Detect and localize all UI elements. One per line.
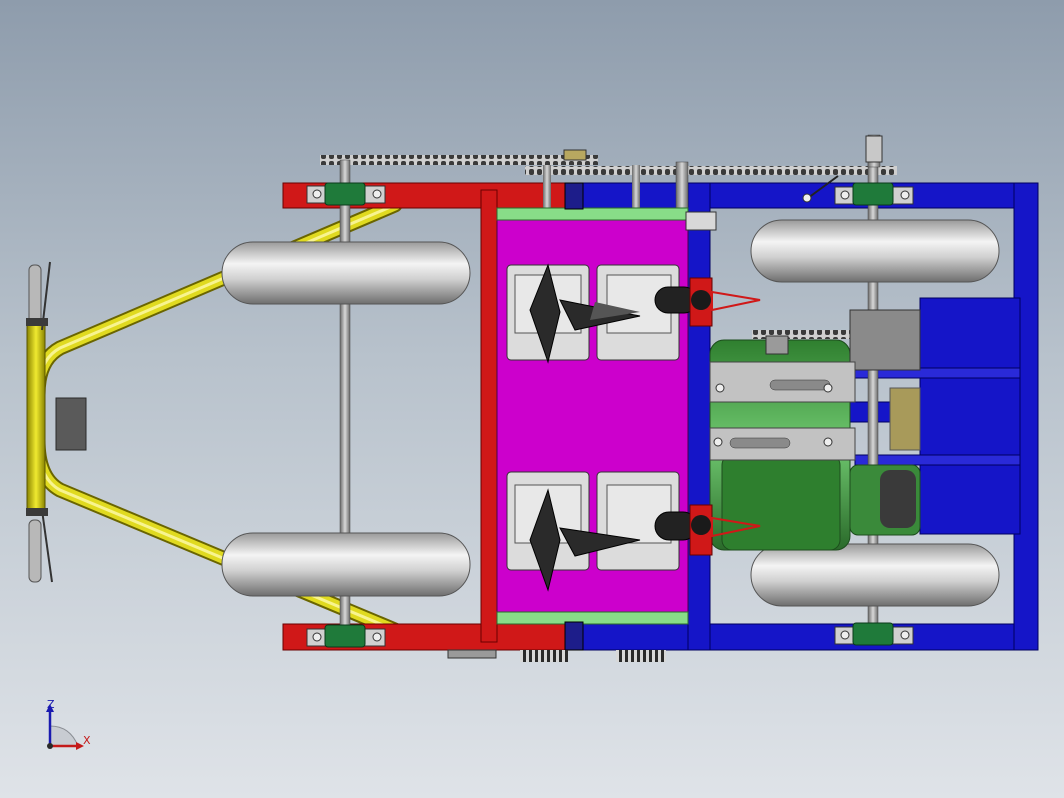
front-wheel-top[interactable] [221,241,471,305]
rear-wheel-bottom[interactable] [750,543,1000,607]
bearing-front-top [306,182,386,206]
cad-assembly-model[interactable] [0,0,1064,798]
control-box[interactable] [55,397,87,451]
tensioner [865,135,883,163]
orientation-triad: Z X [40,696,100,756]
rear-drive-chain [525,166,897,175]
front-drive-chain [320,155,598,165]
cad-viewport[interactable]: Z X [0,0,1064,798]
triad-z-label: Z [47,698,55,711]
hinge-bottom [564,621,584,651]
rear-wheel-top[interactable] [750,219,1000,283]
ground-drive-wheel-right [616,650,666,662]
front-wheel-bottom[interactable] [221,532,471,597]
hinge-top [564,182,584,210]
triad-x-label: X [83,734,91,747]
ground-drive-wheel-left [520,650,568,662]
